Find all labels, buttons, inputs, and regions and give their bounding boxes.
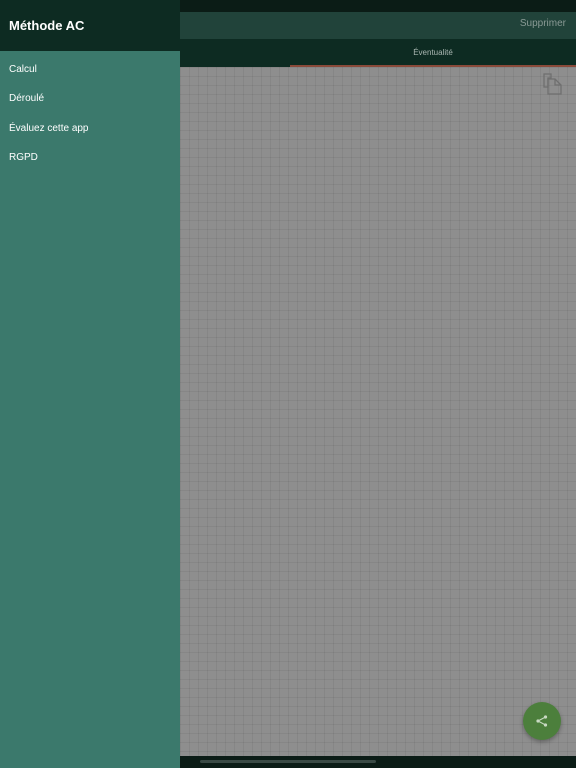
drawer-header: Méthode AC <box>0 0 180 51</box>
delete-button[interactable]: Supprimer <box>520 18 566 29</box>
menu-item-evaluez[interactable]: Évaluez cette app <box>0 114 180 143</box>
home-indicator <box>200 760 376 763</box>
tab-eventualite[interactable]: Éventualité <box>290 39 576 67</box>
tab-label: Éventualité <box>413 48 453 57</box>
share-button[interactable] <box>523 702 561 740</box>
drawer-menu: Calcul Déroulé Évaluez cette app RGPD <box>0 55 180 172</box>
navigation-drawer: Méthode AC Calcul Déroulé Évaluez cette … <box>0 0 180 768</box>
menu-item-deroule[interactable]: Déroulé <box>0 84 180 113</box>
app-screen: Supprimer Éventualité Méthode AC Calcul … <box>0 0 576 768</box>
copy-icon[interactable] <box>542 72 566 96</box>
menu-item-calcul[interactable]: Calcul <box>0 55 180 84</box>
menu-item-rgpd[interactable]: RGPD <box>0 143 180 172</box>
drawer-title: Méthode AC <box>9 18 85 33</box>
share-icon <box>536 715 548 727</box>
